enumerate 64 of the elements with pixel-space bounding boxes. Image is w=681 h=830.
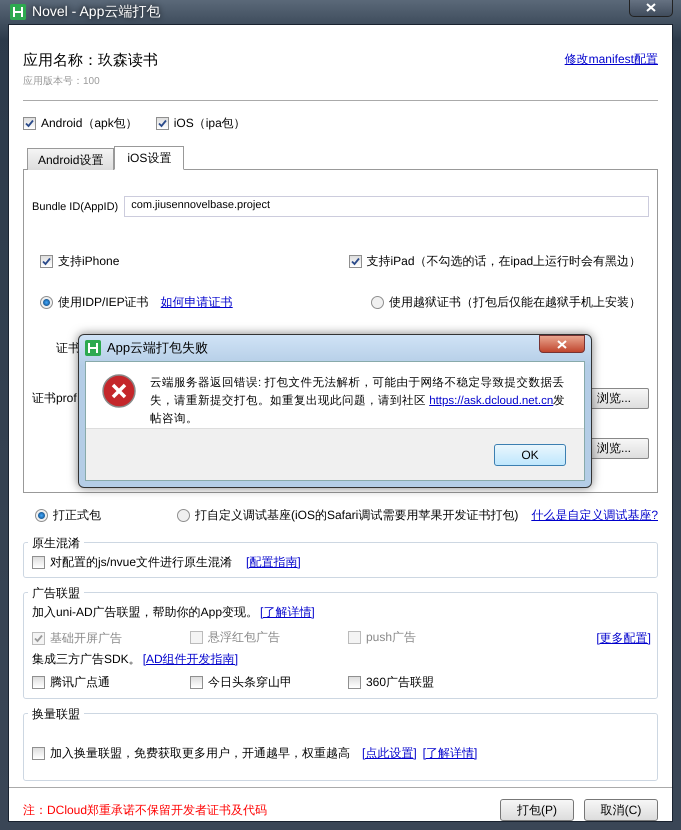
- radio-label: 打自定义调试基座(iOS的Safari调试需要用苹果开发证书打包): [195, 507, 518, 524]
- radio-button[interactable]: [35, 509, 48, 522]
- tab[interactable]: iOS设置: [114, 146, 184, 170]
- checkbox-label: iOS（ipa包）: [174, 115, 246, 132]
- bundle-id-label: Bundle ID(AppID): [32, 200, 118, 212]
- details-link[interactable]: [了解详情]: [260, 604, 315, 621]
- checkbox-label: 悬浮红包广告: [208, 629, 280, 646]
- checkbox-label: 支持iPhone: [58, 253, 120, 270]
- section-title: 广告联盟: [28, 585, 84, 602]
- close-icon: [646, 2, 656, 12]
- tab[interactable]: Android设置: [27, 148, 114, 170]
- h-logo-icon: [10, 4, 26, 20]
- close-button[interactable]: [629, 0, 673, 17]
- exchange-link[interactable]: [了解详情]: [422, 745, 478, 762]
- error-icon: [102, 374, 136, 408]
- checkbox[interactable]: [40, 255, 53, 268]
- checkbox[interactable]: [23, 117, 36, 130]
- checkbox[interactable]: [32, 747, 45, 760]
- app-version: 应用版本号：100: [23, 74, 101, 88]
- disclaimer-note: 注：DCloud郑重承诺不保留开发者证书及代码: [23, 802, 268, 818]
- checkbox[interactable]: [32, 676, 45, 689]
- section-title: 换量联盟: [28, 706, 84, 723]
- checkbox-label: push广告: [366, 629, 416, 646]
- certificate-label: 证书prof: [32, 390, 77, 406]
- h-logo-icon: [85, 340, 101, 356]
- checkbox-label: 支持iPad（不勾选的话，在ipad上运行时会有黑边）: [366, 253, 642, 270]
- close-icon: [557, 340, 567, 348]
- radio-label: 使用越狱证书（打包后仅能在越狱手机上安装）: [389, 294, 641, 311]
- ad-intro-text: 加入uni-AD广告联盟，帮助你的App变现。: [32, 604, 258, 621]
- checkbox[interactable]: [348, 255, 362, 268]
- how-to-apply-link[interactable]: 如何申请证书: [160, 294, 233, 311]
- radio-label: 使用IDP/IEP证书: [58, 294, 149, 311]
- app-name: 应用名称：玖森读书: [23, 51, 158, 70]
- sdk-text: 集成三方广告SDK。: [32, 651, 141, 668]
- sdk-guide-link[interactable]: [AD组件开发指南]: [142, 651, 238, 668]
- close-button[interactable]: [539, 335, 585, 353]
- manifest-link[interactable]: 修改manifest配置: [564, 51, 658, 68]
- checkbox-label: Android（apk包）: [41, 115, 138, 132]
- window-title: Novel - App云端打包: [32, 3, 160, 21]
- ok-button[interactable]: OK: [494, 444, 566, 466]
- checkbox[interactable]: [156, 117, 169, 130]
- error-message: 云端服务器返回错误: 打包文件无法解析，可能由于网络不稳定导致提交数据丢失，请重新提交打包。如重复出现此问题，请到社区 https://ask.dcloud.net.cn发帖咨询。: [150, 375, 566, 427]
- checkbox-label: 360广告联盟: [366, 674, 434, 691]
- build-button[interactable]: 打包(P): [500, 799, 574, 821]
- checkbox-label: 基础开屏广告: [50, 630, 122, 646]
- checkbox[interactable]: [348, 676, 361, 689]
- radio-button[interactable]: [177, 509, 190, 522]
- cancel-button[interactable]: 取消(C): [584, 799, 658, 821]
- community-link[interactable]: https://ask.dcloud.net.cn: [429, 395, 554, 407]
- radio-button[interactable]: [40, 296, 53, 309]
- checkbox-label: 今日头条穿山甲: [208, 674, 292, 691]
- exchange-link[interactable]: [点此设置]: [362, 745, 417, 762]
- checkbox-label: 腾讯广点通: [50, 674, 110, 691]
- checkbox-label: 加入换量联盟，免费获取更多用户，开通越早，权重越高: [50, 745, 350, 762]
- debug-base-link[interactable]: 什么是自定义调试基座?: [531, 507, 658, 524]
- radio-label: 打正式包: [53, 507, 101, 524]
- checkbox-label: 对配置的js/nvue文件进行原生混淆: [50, 554, 232, 571]
- guide-link[interactable]: [配置指南]: [246, 554, 301, 571]
- more-config-link[interactable]: [更多配置]: [596, 630, 651, 646]
- checkbox[interactable]: [32, 556, 45, 569]
- dialog-title: App云端打包失败: [107, 339, 208, 357]
- bundle-id-field[interactable]: com.jiusennovelbase.project: [124, 196, 649, 217]
- radio-button[interactable]: [371, 296, 384, 309]
- checkbox[interactable]: [190, 676, 203, 689]
